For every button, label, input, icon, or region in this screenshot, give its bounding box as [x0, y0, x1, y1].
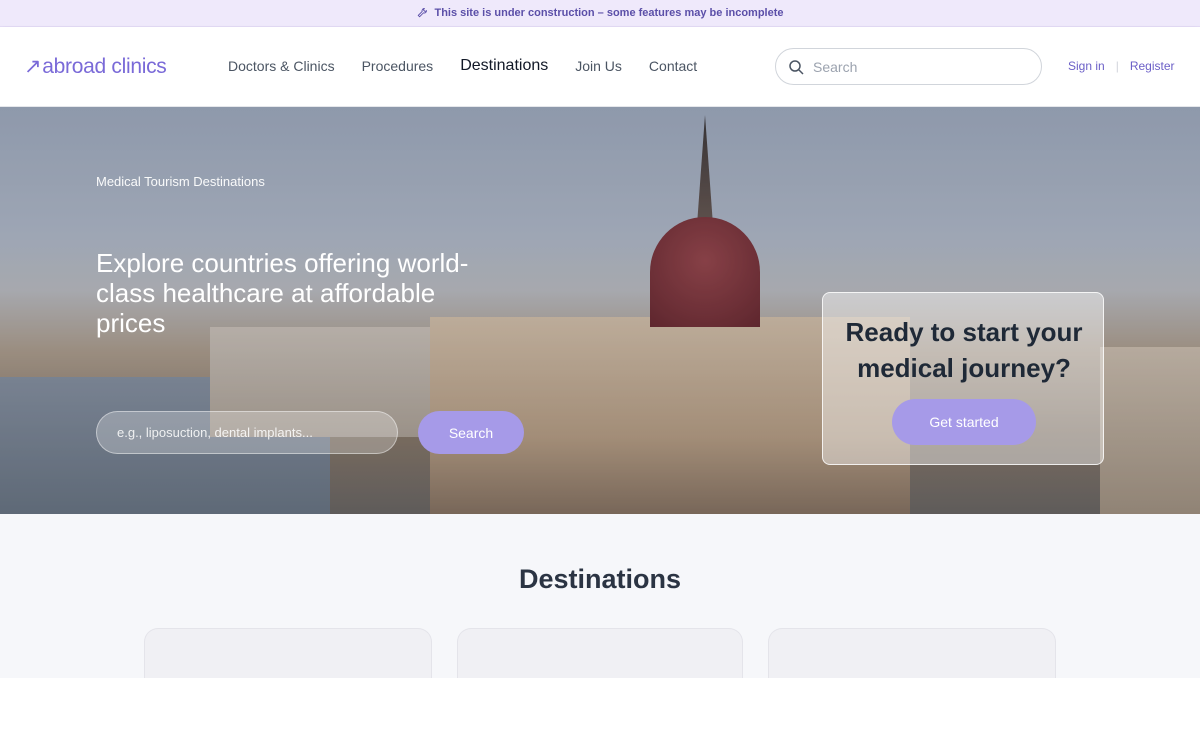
register-link[interactable]: Register [1130, 59, 1175, 73]
destinations-title: Destinations [518, 564, 682, 594]
hero-search-field[interactable] [96, 411, 398, 454]
site-header: ↗ abroad clinics Doctors & Clinics Proce… [0, 27, 1200, 107]
search-icon [789, 59, 804, 75]
main-nav: Doctors & Clinics Procedures Destination… [228, 57, 724, 75]
hero-search-button[interactable]: Search [418, 411, 524, 454]
banner-text: This site is under construction – some f… [434, 7, 784, 19]
wrench-icon [418, 8, 428, 18]
hero-search-input[interactable] [117, 425, 387, 440]
logo-arrow-icon: ↗ [24, 55, 42, 78]
destination-card[interactable] [457, 628, 743, 678]
construction-banner: This site is under construction – some f… [0, 0, 1200, 27]
sign-in-link[interactable]: Sign in [1068, 59, 1105, 73]
nav-doctors-clinics[interactable]: Doctors & Clinics [228, 58, 335, 75]
header-search-input[interactable] [813, 58, 1023, 75]
hero-section: Medical Tourism Destinations Explore cou… [0, 107, 1200, 514]
logo-text: abroad clinics [42, 54, 167, 78]
hero-eyebrow: Medical Tourism Destinations [96, 174, 265, 189]
nav-destinations[interactable]: Destinations [460, 57, 548, 75]
nav-procedures[interactable]: Procedures [362, 58, 434, 75]
logo[interactable]: ↗ abroad clinics [24, 54, 167, 79]
destination-card[interactable] [768, 628, 1056, 678]
auth-separator: | [1115, 59, 1119, 73]
cta-card: Ready to start your medical journey? Get… [822, 292, 1104, 465]
destination-card[interactable] [144, 628, 432, 678]
destinations-section: Destinations [0, 514, 1200, 678]
header-search[interactable] [775, 48, 1042, 85]
cta-title: Ready to start your medical journey? [845, 317, 1083, 383]
get-started-button[interactable]: Get started [892, 399, 1036, 445]
hero-title: Explore countries offering world-class h… [96, 248, 469, 338]
nav-join-us[interactable]: Join Us [575, 58, 622, 75]
auth-links: Sign in | Register [1068, 59, 1175, 73]
nav-contact[interactable]: Contact [649, 58, 697, 75]
